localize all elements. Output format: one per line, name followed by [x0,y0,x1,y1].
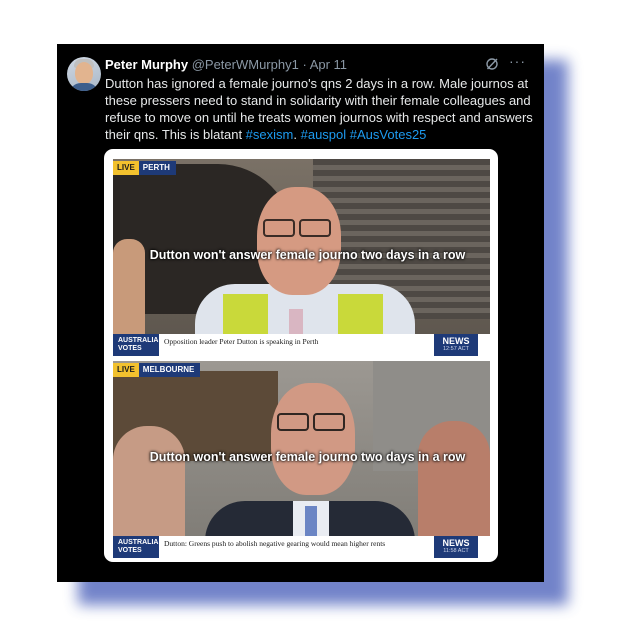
grok-icon[interactable] [485,57,499,71]
live-label: LIVE [113,161,139,175]
australia-votes-tag: AUSTRALIA VOTES [113,536,159,558]
hashtag-suffix: . [293,127,297,142]
abc-news-brand: NEWS [442,538,470,548]
abc-news-logo: NEWS 12:57 ACT [434,334,478,356]
tweet-header: Peter Murphy @PeterWMurphy1 · Apr 11 [105,57,347,72]
broadcast-time: 11:58 ACT [443,548,469,554]
speaker-head [271,383,355,495]
lower-third: AUSTRALIA VOTES Opposition leader Peter D… [113,334,490,356]
lower-third-text: Opposition leader Peter Dutton is speaki… [164,337,319,346]
live-badge: LIVE MELBOURNE [113,363,201,377]
abc-news-logo: NEWS 11:58 ACT [434,536,478,558]
live-badge: LIVE PERTH [113,161,176,175]
author-name[interactable]: Peter Murphy [105,57,188,72]
video-frame-melbourne[interactable]: LIVE MELBOURNE Dutton won't answer femal… [113,361,490,558]
tweet-date[interactable]: Apr 11 [310,57,347,72]
header-separator: · [302,57,307,72]
avatar[interactable] [67,57,101,91]
avatar-face [75,62,93,84]
live-label: LIVE [113,363,139,377]
glasses-right [313,413,345,431]
tweet-media[interactable]: LIVE PERTH Dutton won't answer female jo… [104,149,498,562]
hashtag-ausvotes25[interactable]: #AusVotes25 [350,127,427,142]
author-handle[interactable]: @PeterWMurphy1 [192,57,299,72]
tag-line-1: AUSTRALIA [118,539,159,546]
tweet-text: Dutton has ignored a female journo's qns… [105,75,535,143]
more-icon[interactable]: ··· [509,53,526,69]
location-label: PERTH [138,161,176,175]
video-caption: Dutton won't answer female journo two da… [149,450,466,464]
hashtag-auspol[interactable]: #auspol [301,127,347,142]
glasses-left [263,219,295,237]
avatar-shirt [69,83,99,91]
speaker-head [257,187,341,295]
location-label: MELBOURNE [138,363,201,377]
tag-line-1: AUSTRALIA [118,337,159,344]
tag-line-2: VOTES [118,547,142,554]
video-caption: Dutton won't answer female journo two da… [149,248,466,262]
hashtag-sexism[interactable]: #sexism [246,127,294,142]
lower-third-text: Dutton: Greens push to abolish negative … [164,539,386,548]
glasses-left [277,413,309,431]
australia-votes-tag: AUSTRALIA VOTES [113,334,159,356]
tag-line-2: VOTES [118,345,142,352]
tweet-card[interactable]: Peter Murphy @PeterWMurphy1 · Apr 11 ···… [57,44,544,582]
abc-news-brand: NEWS [442,336,470,346]
lower-third: AUSTRALIA VOTES Dutton: Greens push to ab… [113,536,490,558]
video-frame-perth[interactable]: LIVE PERTH Dutton won't answer female jo… [113,159,490,356]
glasses-right [299,219,331,237]
broadcast-time: 12:57 ACT [443,346,469,352]
